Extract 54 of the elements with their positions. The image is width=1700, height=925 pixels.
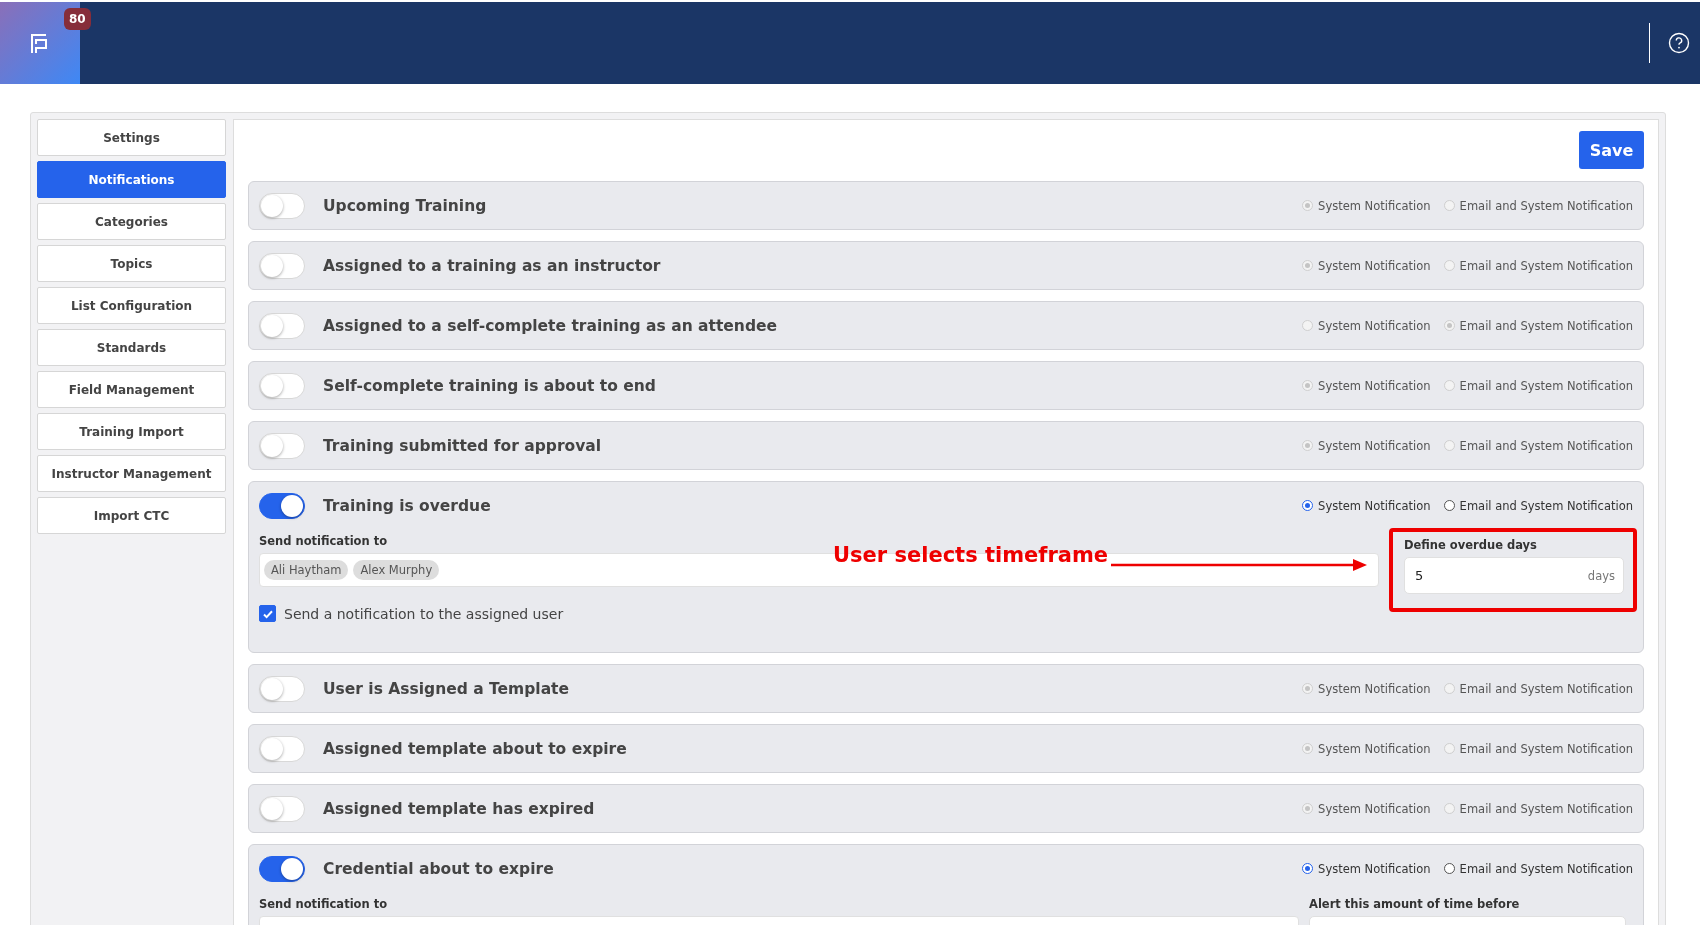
field-label: Alert this amount of time before xyxy=(1309,897,1521,911)
radio-option[interactable]: System Notification xyxy=(1302,741,1431,756)
input-field[interactable]: 5 days xyxy=(1404,557,1624,594)
sidebar-item[interactable]: Notifications xyxy=(37,161,226,198)
notification-title: Credential about to expire xyxy=(323,859,554,878)
sidebar-item[interactable]: Categories xyxy=(37,203,226,240)
radio-option[interactable]: Email and System Notification xyxy=(1443,681,1633,696)
notification-title: Assigned to a self-complete training as an attendee xyxy=(323,316,777,335)
sidebar-item[interactable]: Instructor Management xyxy=(37,455,226,492)
field-label: Send notification to xyxy=(259,897,389,911)
notification-title: User is Assigned a Template xyxy=(323,679,570,698)
sidebar-item[interactable]: Training Import xyxy=(37,413,226,450)
radio-option[interactable]: System Notification xyxy=(1302,681,1431,696)
notification-title: Self-complete training is about to end xyxy=(323,376,656,395)
radio-option[interactable]: System Notification xyxy=(1302,258,1431,273)
sidebar-item[interactable]: Import CTC xyxy=(37,497,226,534)
toggle-switch[interactable] xyxy=(259,855,305,882)
radio-option[interactable]: Email and System Notification xyxy=(1443,498,1633,513)
sidebar-item[interactable]: Topics xyxy=(37,245,226,282)
recipient-chip[interactable]: Alex Murphy xyxy=(353,560,440,580)
notification-count: 80 xyxy=(64,8,91,30)
sidebar-item[interactable]: List Configuration xyxy=(37,287,226,324)
radio-option[interactable]: System Notification xyxy=(1302,801,1431,816)
sidebar-item[interactable]: Standards xyxy=(37,329,226,366)
radio-option[interactable]: System Notification xyxy=(1302,378,1431,393)
radio-option[interactable]: System Notification xyxy=(1302,198,1431,213)
field-label: Define overdue days xyxy=(1404,538,1538,552)
radio-option[interactable]: Email and System Notification xyxy=(1443,741,1633,756)
unit-label: days xyxy=(1587,568,1615,583)
radio-option[interactable]: Email and System Notification xyxy=(1443,801,1633,816)
notification-title: Assigned template about to expire xyxy=(323,739,627,758)
save-button[interactable]: Save xyxy=(1579,131,1644,169)
radio-option[interactable]: System Notification xyxy=(1302,498,1431,513)
notification-title: Training submitted for approval xyxy=(323,436,602,455)
radio-option[interactable]: Email and System Notification xyxy=(1443,198,1633,213)
assigned-user-checkbox[interactable]: Send a notification to the assigned user xyxy=(259,605,564,622)
radio-option[interactable]: System Notification xyxy=(1302,438,1431,453)
notification-title: Upcoming Training xyxy=(323,196,487,215)
toggle-switch[interactable] xyxy=(259,492,305,519)
field-label: Send notification to xyxy=(259,534,389,548)
sidebar-item[interactable]: Settings xyxy=(37,119,226,156)
notification-title: Training is overdue xyxy=(323,496,491,515)
radio-option[interactable]: Email and System Notification xyxy=(1443,258,1633,273)
radio-option[interactable]: Email and System Notification xyxy=(1443,438,1633,453)
recipient-chip[interactable]: Ali Haytham xyxy=(264,560,349,580)
help-icon[interactable] xyxy=(1668,32,1690,54)
radio-option[interactable]: Email and System Notification xyxy=(1443,378,1633,393)
radio-option[interactable]: Email and System Notification xyxy=(1443,861,1633,876)
radio-option[interactable]: Email and System Notification xyxy=(1443,318,1633,333)
radio-option[interactable]: System Notification xyxy=(1302,318,1431,333)
radio-option[interactable]: System Notification xyxy=(1302,861,1431,876)
notification-title: Assigned to a training as an instructor xyxy=(323,256,661,275)
notification-title: Assigned template has expired xyxy=(323,799,595,818)
sidebar-item[interactable]: Field Management xyxy=(37,371,226,408)
